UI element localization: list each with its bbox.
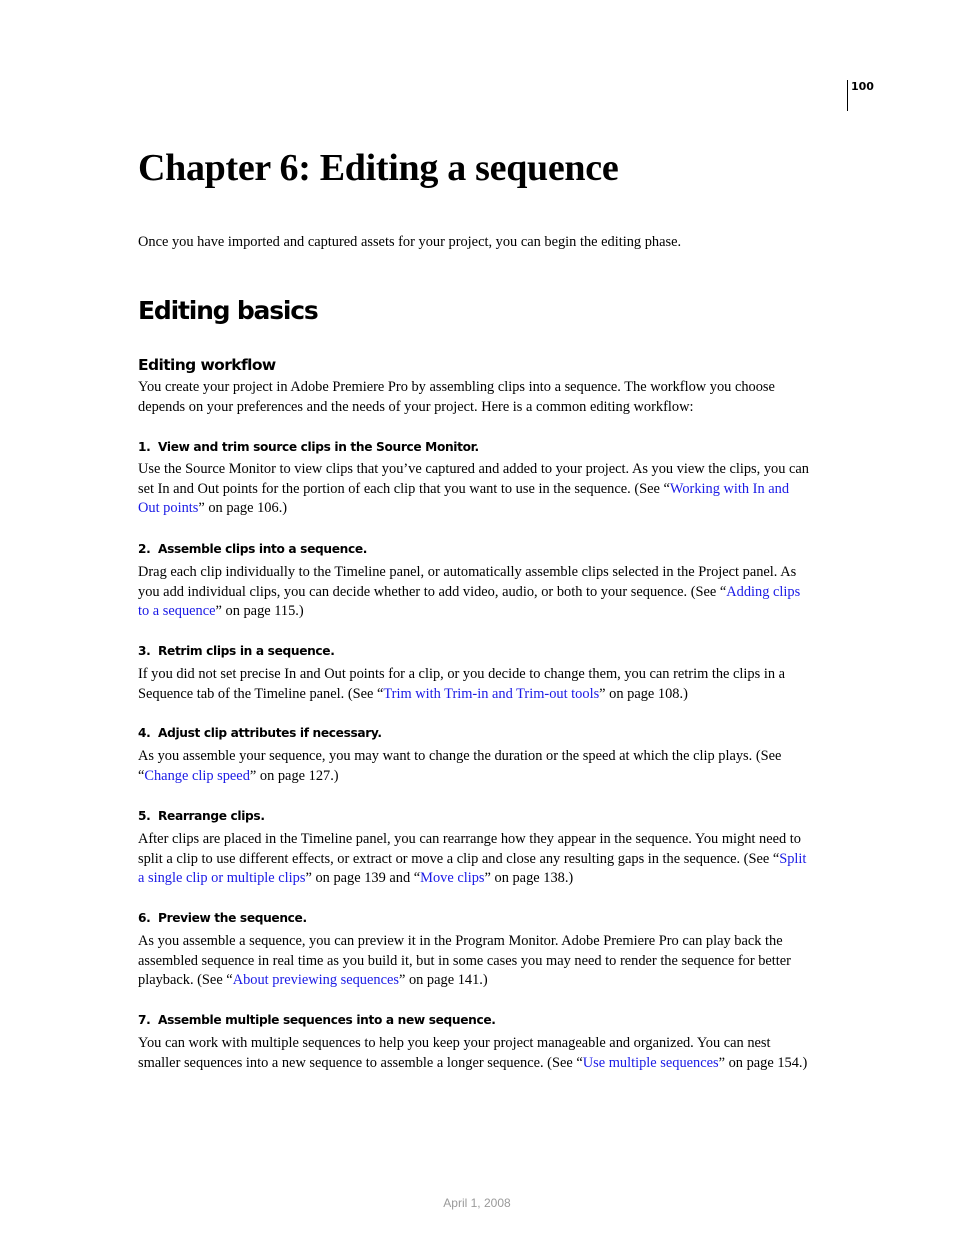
step-body: After clips are placed in the Timeline p… [138,830,806,889]
text-line: assembled sequence in real time as you b… [138,952,791,969]
text-line: to a sequence” on page 115.) [138,602,800,622]
link-split-clips[interactable]: Split [779,851,806,867]
link-adding-clips-to-sequence-cont[interactable]: to a sequence [138,603,216,619]
step-number: 1. [138,440,151,454]
step-title-text: Assemble multiple sequences into a new s… [158,1013,496,1027]
step-body: Use the Source Monitor to view clips tha… [138,460,809,519]
step-body: If you did not set precise In and Out po… [138,665,785,704]
text-span: playback. (See “ [138,972,233,989]
step-title-text: Preview the sequence. [158,911,307,925]
step-number: 3. [138,644,151,658]
step-number: 5. [138,809,151,823]
step-title-text: Retrim clips in a sequence. [158,644,335,658]
link-working-with-in-out-points[interactable]: Working with In and [670,481,789,497]
text-span: split a clip to use different effects, o… [138,850,780,867]
step-body: As you assemble your sequence, you may w… [138,747,781,786]
link-move-clips[interactable]: Move clips [420,870,484,886]
text-span: ” on page 139 and “ [305,870,421,887]
text-span: smaller sequences into a new sequence to… [138,1054,583,1071]
text-line: If you did not set precise In and Out po… [138,666,785,682]
step-title: 6. Preview the sequence. [138,910,307,926]
link-use-multiple-sequences[interactable]: Use multiple sequences [583,1055,719,1071]
link-adding-clips-to-sequence[interactable]: Adding clips [726,584,800,600]
subsection-title: Editing workflow [138,356,276,374]
text-line: depends on your preferences and the need… [138,398,694,415]
text-span: ” on page 127.) [249,767,339,784]
text-span: ” on page 108.) [599,685,688,702]
link-change-clip-speed[interactable]: Change clip speed [144,768,250,784]
step-body: You can work with multiple sequences to … [138,1034,807,1073]
section-title: Editing basics [138,296,319,325]
page-number-rule [847,80,848,111]
step-title: 5. Rearrange clips. [138,808,265,824]
step-number: 2. [138,542,151,556]
link-working-with-in-out-points-cont[interactable]: Out points [138,500,198,516]
step-title-text: Adjust clip attributes if necessary. [158,726,382,740]
footer-date: April 1, 2008 [443,1196,511,1210]
step-title: 2. Assemble clips into a sequence. [138,541,367,557]
step-number: 4. [138,726,151,740]
text-line: “Change clip speed” on page 127.) [138,767,781,787]
text-span: ” on page 106.) [198,500,288,517]
text-line: playback. (See “About previewing sequenc… [138,971,791,991]
link-about-previewing-sequences[interactable]: About previewing sequences [233,972,399,988]
text-line: you add individual clips, you can decide… [138,583,800,603]
step-title: 4. Adjust clip attributes if necessary. [138,725,382,741]
text-line: As you assemble a sequence, you can prev… [138,933,783,949]
step-number: 7. [138,1013,151,1027]
page-number: 100 [851,80,874,93]
text-line: smaller sequences into a new sequence to… [138,1054,807,1074]
step-title-text: Assemble clips into a sequence. [158,542,368,556]
text-line: As you assemble your sequence, you may w… [138,748,782,764]
text-span: ” on page 138.) [484,870,574,887]
text-span: Sequence tab of the Timeline panel. (See… [138,685,384,702]
step-number: 6. [138,911,151,925]
text-line: set In and Out points for the portion of… [138,480,809,500]
step-title: 1. View and trim source clips in the Sour… [138,439,479,455]
step-title: 7. Assemble multiple sequences into a new… [138,1012,496,1028]
step-body: As you assemble a sequence, you can prev… [138,932,791,991]
link-split-clips-cont[interactable]: a single clip or multiple clips [138,870,305,886]
text-span: ” on page 154.) [718,1054,808,1071]
step-title-text: View and trim source clips in the Source… [158,440,479,454]
text-line: Sequence tab of the Timeline panel. (See… [138,685,785,705]
text-span: ” on page 115.) [215,603,304,620]
text-line: You create your project in Adobe Premier… [138,379,775,395]
text-line: After clips are placed in the Timeline p… [138,831,801,847]
text-span: set In and Out points for the portion of… [138,480,670,497]
chapter-intro: Once you have imported and captured asse… [138,234,682,250]
step-title: 3. Retrim clips in a sequence. [138,643,335,659]
subsection-intro: You create your project in Adobe Premier… [138,378,775,417]
text-line: split a clip to use different effects, o… [138,850,806,870]
chapter-title: Chapter 6: Editing a sequence [138,147,619,189]
step-title-text: Rearrange clips. [158,809,265,823]
text-line: You can work with multiple sequences to … [138,1035,771,1051]
text-span: you add individual clips, you can decide… [138,583,727,600]
text-line: a single clip or multiple clips” on page… [138,869,806,889]
text-line: Out points” on page 106.) [138,499,809,519]
step-body: Drag each clip individually to the Timel… [138,563,800,622]
link-trim-tools[interactable]: Trim with Trim-in and Trim-out tools [383,686,599,702]
text-line: Use the Source Monitor to view clips tha… [138,461,809,477]
text-span: ” on page 141.) [398,972,488,989]
text-line: Drag each clip individually to the Timel… [138,564,797,580]
